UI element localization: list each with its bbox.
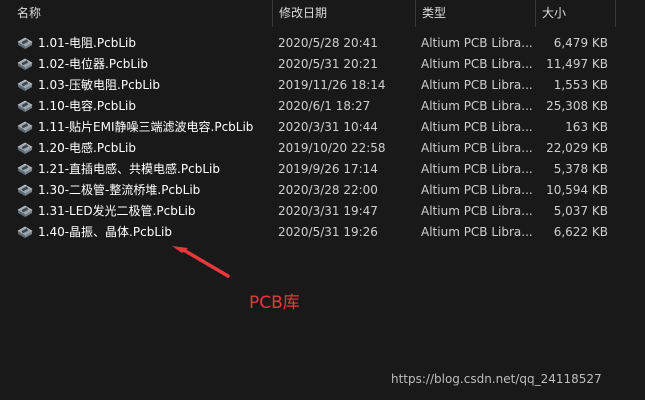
file-name: 1.21-直插电感、共模电感.PcbLib [38,162,220,176]
column-type[interactable]: 类型 [415,0,535,27]
watermark-text: https://blog.csdn.net/qq_24118527 [391,372,602,386]
file-name: 1.10-电容.PcbLib [38,99,136,113]
file-date: 2020/3/31 10:44 [278,120,378,134]
pcblib-file-icon [17,36,33,50]
file-date: 2019/11/26 18:14 [278,78,386,92]
file-row[interactable]: 1.21-直插电感、共模电感.PcbLib 2019/9/26 17:14 Al… [0,159,645,179]
annotation-arrow-icon [172,246,230,278]
file-name: 1.03-压敏电阻.PcbLib [38,78,160,92]
file-date: 2020/6/1 18:27 [278,99,371,113]
file-type: Altium PCB Libra... [421,183,533,197]
column-divider[interactable] [615,0,616,27]
file-row[interactable]: 1.10-电容.PcbLib 2020/6/1 18:27 Altium PCB… [0,96,645,116]
file-size: 10,594 KB [546,183,608,197]
file-row[interactable]: 1.31-LED发光二极管.PcbLib 2020/3/31 19:47 Alt… [0,201,645,221]
file-size: 163 KB [565,120,608,134]
pcblib-file-icon [17,204,33,218]
file-name: 1.02-电位器.PcbLib [38,57,148,71]
file-type: Altium PCB Libra... [421,36,533,50]
file-size: 6,479 KB [553,36,608,50]
file-size: 11,497 KB [546,57,608,71]
column-size[interactable]: 大小 [535,0,615,27]
file-date: 2019/10/20 22:58 [278,141,386,155]
file-row[interactable]: 1.11-贴片EMI静噪三端滤波电容.PcbLib 2020/3/31 10:4… [0,117,645,137]
file-name: 1.30-二极管-整流桥堆.PcbLib [38,183,201,197]
file-date: 2019/9/26 17:14 [278,162,378,176]
file-size: 6,622 KB [553,225,608,239]
file-size: 22,029 KB [546,141,608,155]
file-date: 2020/3/31 19:47 [278,204,378,218]
pcblib-file-icon [17,141,33,155]
pcblib-file-icon [17,99,33,113]
file-date: 2020/5/28 20:41 [278,36,378,50]
file-type: Altium PCB Libra... [421,162,533,176]
pcblib-file-icon [17,120,33,134]
file-date: 2020/5/31 20:21 [278,57,378,71]
pcblib-file-icon [17,78,33,92]
file-type: Altium PCB Libra... [421,78,533,92]
file-row[interactable]: 1.20-电感.PcbLib 2019/10/20 22:58 Altium P… [0,138,645,158]
file-type: Altium PCB Libra... [421,99,533,113]
file-row[interactable]: 1.03-压敏电阻.PcbLib 2019/11/26 18:14 Altium… [0,75,645,95]
file-name: 1.01-电阻.PcbLib [38,36,136,50]
pcblib-file-icon [17,225,33,239]
file-explorer: ⌃ 名称 修改日期 类型 大小 1.01-电阻.PcbLib 2020/5/28… [0,0,645,400]
file-size: 25,308 KB [546,99,608,113]
file-date: 2020/5/31 19:26 [278,225,378,239]
file-size: 5,378 KB [553,162,608,176]
file-type: Altium PCB Libra... [421,141,533,155]
column-name[interactable]: 名称 [10,0,272,27]
file-row[interactable]: 1.30-二极管-整流桥堆.PcbLib 2020/3/28 22:00 Alt… [0,180,645,200]
file-size: 5,037 KB [553,204,608,218]
file-size: 1,553 KB [553,78,608,92]
pcblib-file-icon [17,57,33,71]
file-name: 1.31-LED发光二极管.PcbLib [38,204,196,218]
file-row[interactable]: 1.02-电位器.PcbLib 2020/5/31 20:21 Altium P… [0,54,645,74]
file-row[interactable]: 1.40-晶振、晶体.PcbLib 2020/5/31 19:26 Altium… [0,222,645,242]
file-type: Altium PCB Libra... [421,120,533,134]
file-date: 2020/3/28 22:00 [278,183,378,197]
column-date[interactable]: 修改日期 [272,0,415,27]
file-name: 1.11-贴片EMI静噪三端滤波电容.PcbLib [38,120,254,134]
column-header: ⌃ 名称 修改日期 类型 大小 [0,0,645,27]
file-type: Altium PCB Libra... [421,204,533,218]
file-row[interactable]: 1.01-电阻.PcbLib 2020/5/28 20:41 Altium PC… [0,33,645,53]
pcblib-file-icon [17,162,33,176]
annotation-label: PCB库 [249,293,300,313]
file-type: Altium PCB Libra... [421,57,533,71]
file-name: 1.20-电感.PcbLib [38,141,136,155]
file-name: 1.40-晶振、晶体.PcbLib [38,225,172,239]
pcblib-file-icon [17,183,33,197]
file-type: Altium PCB Libra... [421,225,533,239]
